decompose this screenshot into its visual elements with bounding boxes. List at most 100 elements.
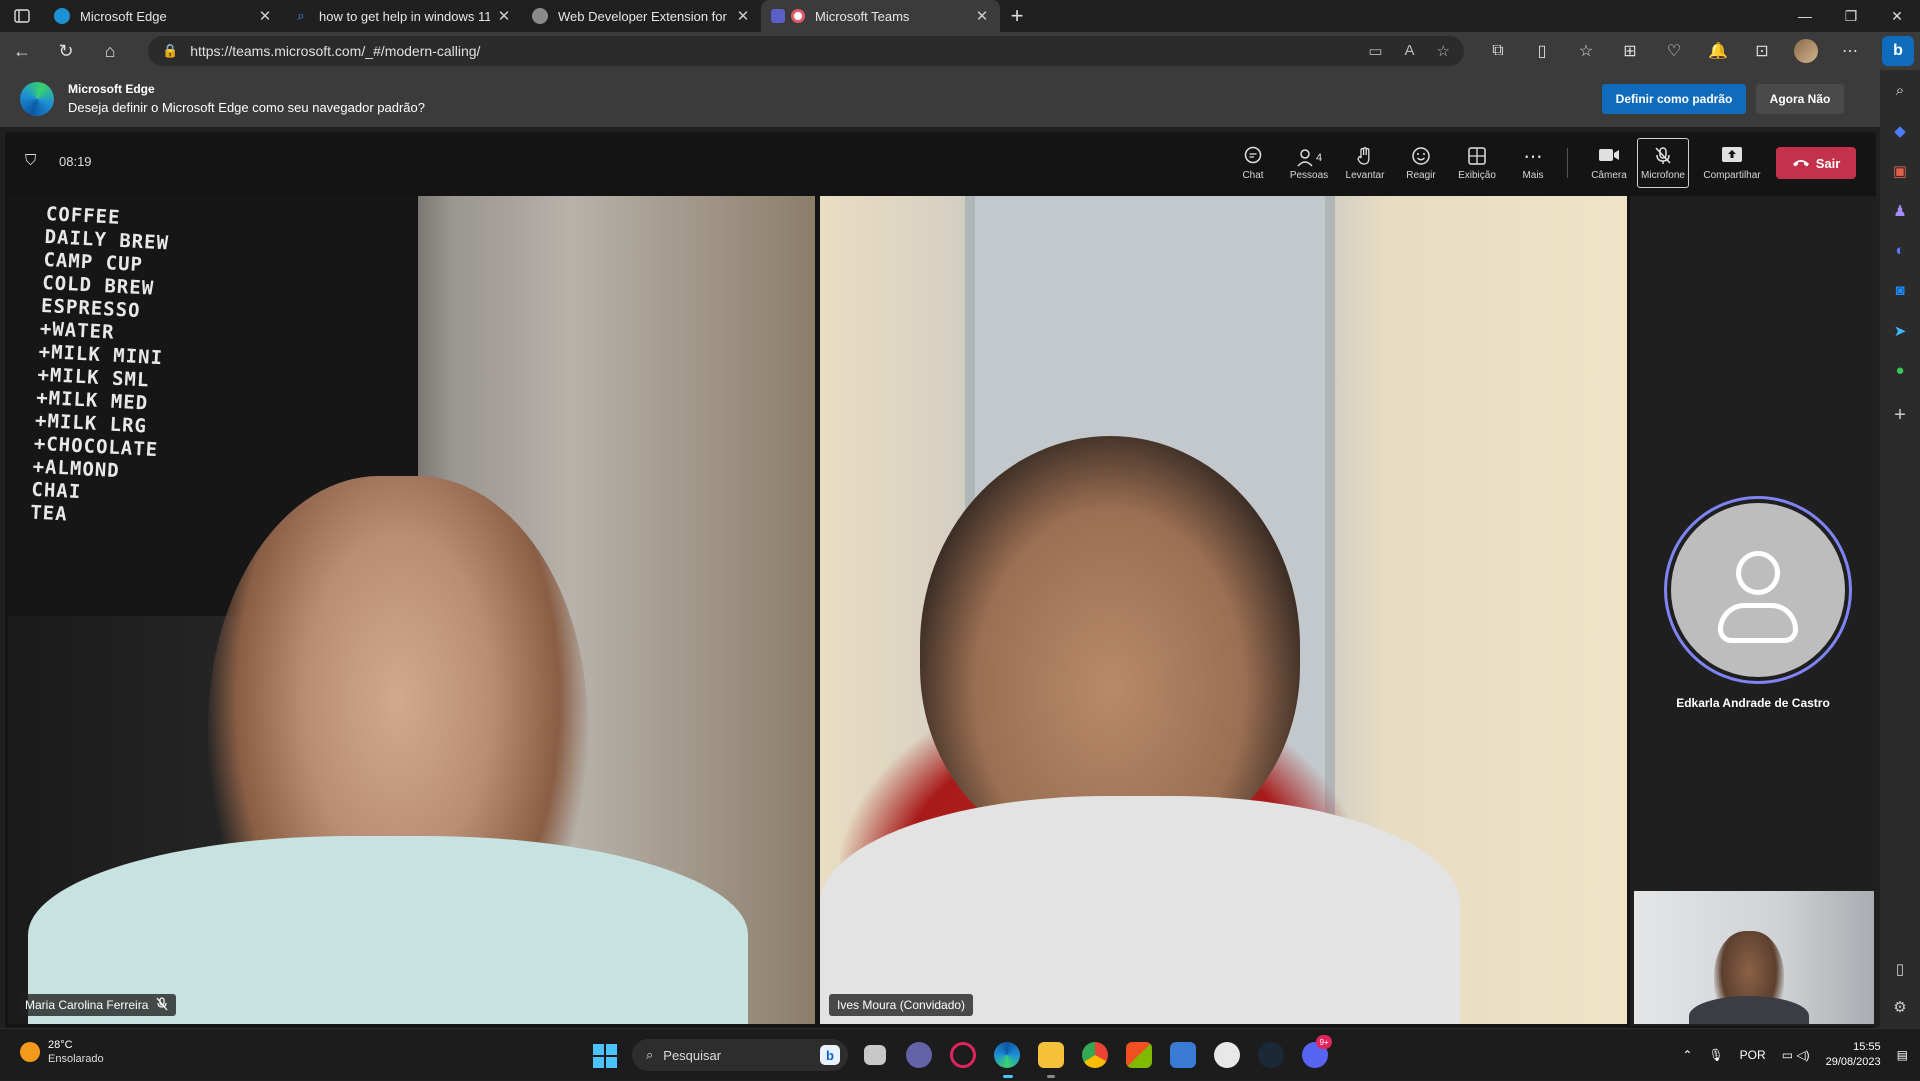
- network-tool-icon[interactable]: [1170, 1042, 1196, 1068]
- control-label: Pessoas: [1289, 169, 1329, 181]
- raise-hand-button[interactable]: Levantar: [1339, 138, 1391, 188]
- url-text[interactable]: https://teams.microsoft.com/_#/modern-ca…: [190, 43, 480, 59]
- read-aloud-icon[interactable]: A: [1405, 42, 1415, 60]
- participant-video-ives[interactable]: Ives Moura (Convidado): [820, 196, 1627, 1024]
- home-icon[interactable]: ⌂: [88, 32, 132, 70]
- favorites-icon[interactable]: ☆: [1564, 41, 1608, 61]
- tab-microsoft-teams[interactable]: Microsoft Teams ✕: [761, 0, 1000, 32]
- chat-button[interactable]: Chat: [1227, 138, 1279, 188]
- system-tray: ⌃ 🎙 POR ▭ ◁) 15:55 29/08/2023 ▤: [1682, 1029, 1908, 1081]
- tab-title: how to get help in windows 11 -: [319, 8, 490, 24]
- bing-copilot-icon[interactable]: b: [1882, 36, 1914, 66]
- language-indicator[interactable]: POR: [1740, 1048, 1766, 1062]
- meeting-timer: 08:19: [59, 154, 92, 169]
- teams-chat-icon[interactable]: [906, 1042, 932, 1068]
- profile-avatar[interactable]: [1784, 39, 1828, 63]
- tab-title: Microsoft Edge: [80, 8, 167, 24]
- notifications-icon[interactable]: 🔔: [1696, 41, 1740, 61]
- shield-icon[interactable]: ⛉: [25, 152, 36, 169]
- opera-icon[interactable]: [950, 1042, 976, 1068]
- sidebar-outlook-icon[interactable]: ◙: [1880, 282, 1920, 299]
- participant-avatar-edkarla[interactable]: [1664, 496, 1852, 684]
- back-icon[interactable]: ←: [0, 32, 44, 70]
- weather-widget[interactable]: 28°C Ensolarado: [20, 1039, 104, 1065]
- windows-start-icon[interactable]: [593, 1044, 617, 1068]
- show-hidden-icons-icon[interactable]: ⌃: [1682, 1048, 1692, 1062]
- sidebar-shopping-icon[interactable]: ◆: [1880, 122, 1920, 140]
- game-app-icon[interactable]: [1214, 1042, 1240, 1068]
- react-button[interactable]: Reagir: [1395, 138, 1447, 188]
- sidebar-games-icon[interactable]: ♟: [1880, 202, 1920, 220]
- tab-bar: Microsoft Edge ✕ ⌕ how to get help in wi…: [0, 0, 1920, 32]
- chat-icon: [1243, 146, 1263, 170]
- sidebar-hide-icon[interactable]: ▯: [1880, 960, 1920, 978]
- set-default-button[interactable]: Definir como padrão: [1602, 84, 1746, 114]
- settings-more-icon[interactable]: ⋯: [1828, 41, 1872, 61]
- tab-web-developer[interactable]: Web Developer Extension for Ch ✕: [522, 0, 761, 32]
- collections-icon[interactable]: ⊞: [1608, 41, 1652, 61]
- control-divider: [1567, 148, 1568, 178]
- recording-indicator-icon: [791, 9, 805, 23]
- new-tab-button[interactable]: +: [1000, 0, 1034, 32]
- network-volume-icon[interactable]: ▭ ◁): [1782, 1048, 1810, 1062]
- refresh-icon[interactable]: ↻: [44, 32, 88, 70]
- search-placeholder: Pesquisar: [663, 1047, 722, 1063]
- favorite-star-icon[interactable]: ☆: [1437, 42, 1450, 60]
- tab-close-icon[interactable]: ✕: [257, 7, 273, 25]
- raise-hand-icon: [1356, 146, 1374, 170]
- share-button[interactable]: Compartilhar: [1699, 138, 1765, 188]
- people-button[interactable]: 4 Pessoas: [1283, 138, 1335, 188]
- close-window-icon[interactable]: ✕: [1874, 0, 1920, 32]
- steam-icon[interactable]: [1258, 1042, 1284, 1068]
- sidebar-telegram-icon[interactable]: ➤: [1880, 322, 1920, 340]
- address-bar[interactable]: 🔒 https://teams.microsoft.com/_#/modern-…: [148, 36, 1464, 66]
- tab-microsoft-edge[interactable]: Microsoft Edge ✕: [44, 0, 283, 32]
- camera-button[interactable]: Câmera: [1583, 138, 1635, 188]
- react-icon: [1411, 146, 1431, 170]
- task-view-icon[interactable]: [864, 1045, 886, 1065]
- view-button[interactable]: Exibição: [1451, 138, 1503, 188]
- camera-permission-icon[interactable]: ▭: [1368, 42, 1382, 60]
- lock-icon[interactable]: 🔒: [162, 43, 178, 59]
- sidebar-drop-icon[interactable]: ●: [1880, 362, 1920, 379]
- control-label: Microfone: [1641, 169, 1685, 181]
- leave-button[interactable]: Sair: [1776, 147, 1856, 179]
- restore-icon[interactable]: ❐: [1828, 0, 1874, 32]
- meeting-header: ⛉ 08:19 Chat 4 Pessoas Levantar Reagir E…: [5, 132, 1876, 193]
- mic-off-icon: [1653, 146, 1673, 170]
- more-button[interactable]: ⋯ Mais: [1507, 138, 1559, 188]
- chrome-icon[interactable]: [1082, 1042, 1108, 1068]
- control-label: Levantar: [1345, 169, 1385, 181]
- extensions-icon[interactable]: ⧉: [1476, 42, 1520, 60]
- microsoft-store-icon[interactable]: [1126, 1042, 1152, 1068]
- notification-center-icon[interactable]: ▤: [1897, 1048, 1908, 1062]
- participant-name: Edkarla Andrade de Castro: [1676, 696, 1830, 710]
- minimize-icon[interactable]: —: [1782, 0, 1828, 32]
- tab-close-icon[interactable]: ✕: [496, 7, 512, 25]
- microphone-button[interactable]: Microfone: [1637, 138, 1689, 188]
- sidebar-search-icon[interactable]: ⌕: [1880, 82, 1920, 99]
- tab-close-icon[interactable]: ✕: [974, 7, 990, 25]
- sidebar-settings-icon[interactable]: ⚙: [1880, 998, 1920, 1016]
- sidebar-tools-icon[interactable]: ▣: [1880, 162, 1920, 180]
- tab-windows-help[interactable]: ⌕ how to get help in windows 11 - ✕: [283, 0, 522, 32]
- sidebar-office-icon[interactable]: ◐: [1880, 242, 1920, 259]
- not-now-button[interactable]: Agora Não: [1756, 84, 1844, 114]
- sidebar-add-icon[interactable]: +: [1880, 404, 1920, 427]
- web-capture-icon[interactable]: ⊡: [1740, 41, 1784, 61]
- participant-name-tag: Ives Moura (Convidado): [829, 994, 974, 1016]
- edge-favicon-icon: [54, 8, 70, 24]
- self-view-video[interactable]: [1634, 891, 1874, 1024]
- microphone-tray-icon[interactable]: 🎙: [1708, 1048, 1723, 1062]
- clock-time: 15:55: [1853, 1041, 1881, 1053]
- tab-actions-icon[interactable]: [0, 0, 44, 32]
- file-explorer-icon[interactable]: [1038, 1042, 1064, 1068]
- browser-essentials-icon[interactable]: ♡: [1652, 41, 1696, 61]
- edge-taskbar-icon[interactable]: [994, 1042, 1020, 1068]
- participant-video-maria[interactable]: COFFEE DAILY BREW CAMP CUP COLD BREW ESP…: [8, 196, 815, 1024]
- clock[interactable]: 15:55 29/08/2023: [1826, 1040, 1881, 1070]
- extension-favicon-icon: [532, 8, 548, 24]
- tab-close-icon[interactable]: ✕: [735, 7, 751, 25]
- split-screen-icon[interactable]: ▯: [1520, 41, 1564, 61]
- taskbar-search[interactable]: ⌕ Pesquisar b: [632, 1039, 848, 1071]
